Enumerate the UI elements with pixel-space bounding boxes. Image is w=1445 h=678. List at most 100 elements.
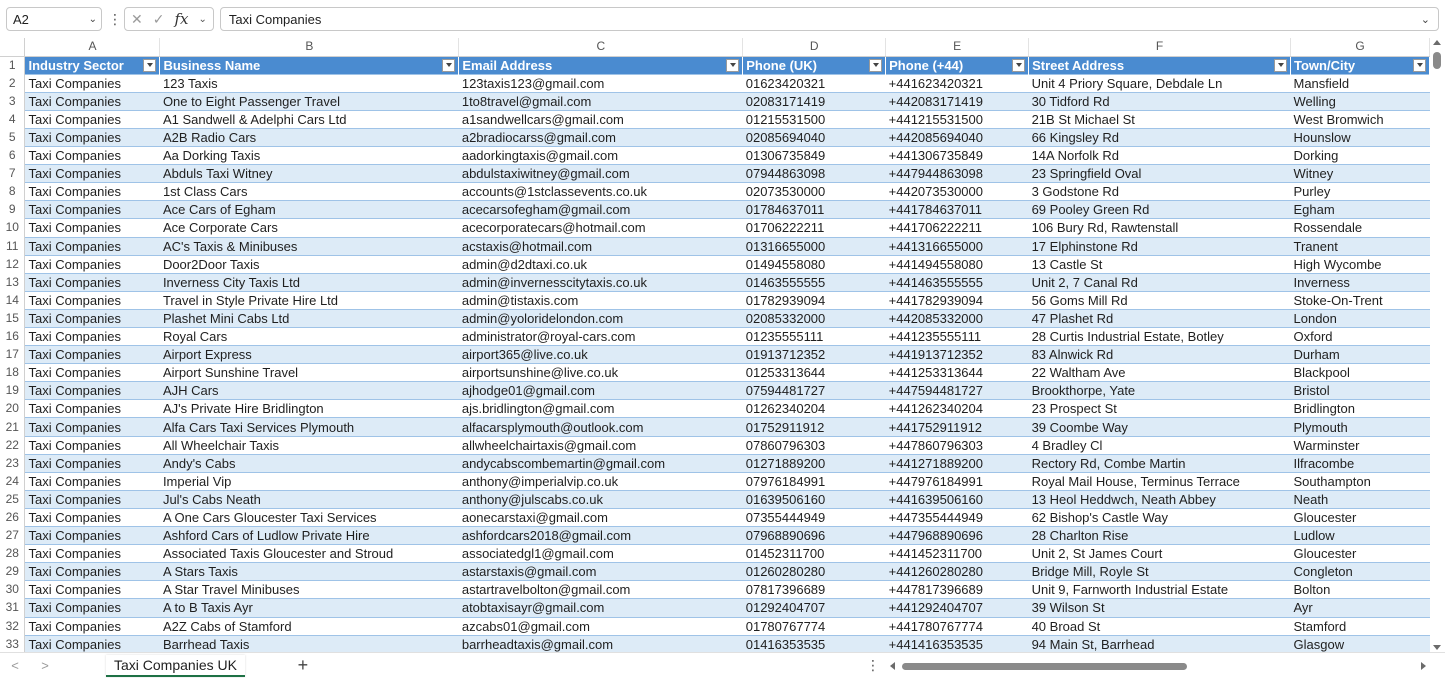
- table-cell[interactable]: Taxi Companies: [24, 236, 160, 256]
- table-cell[interactable]: Taxi Companies: [24, 526, 160, 545]
- header-cell[interactable]: Street Address: [1028, 56, 1291, 75]
- table-cell[interactable]: 3 Godstone Rd: [1028, 182, 1291, 201]
- table-cell[interactable]: 01623420321: [742, 73, 886, 93]
- table-cell[interactable]: 23 Prospect St: [1028, 399, 1291, 418]
- table-cell[interactable]: Abduls Taxi Witney: [159, 164, 459, 183]
- table-cell[interactable]: astartravelbolton@gmail.com: [458, 580, 743, 599]
- table-cell[interactable]: +441416353535: [885, 634, 1029, 652]
- table-cell[interactable]: Taxi Companies: [24, 127, 160, 147]
- table-cell[interactable]: Jul's Cabs Neath: [159, 489, 459, 509]
- spreadsheet-grid[interactable]: ABCDEFG 1 Industry Sector Business Name Ema…: [0, 38, 1430, 652]
- table-cell[interactable]: Dorking: [1290, 146, 1430, 165]
- table-cell[interactable]: Barrhead Taxis: [159, 634, 459, 652]
- table-cell[interactable]: Taxi Companies: [24, 164, 160, 183]
- table-cell[interactable]: Stoke-On-Trent: [1290, 290, 1430, 310]
- table-cell[interactable]: 01416353535: [742, 634, 886, 652]
- row-header[interactable]: 9: [0, 200, 26, 219]
- expand-formula-icon[interactable]: ⌄: [1421, 13, 1430, 26]
- table-cell[interactable]: associatedgl1@gmail.com: [458, 544, 743, 563]
- table-cell[interactable]: +447594481727: [885, 381, 1029, 400]
- row-header[interactable]: 7: [0, 164, 26, 183]
- table-cell[interactable]: +441260280280: [885, 562, 1029, 581]
- table-cell[interactable]: Witney: [1290, 164, 1430, 183]
- row-header[interactable]: 10: [0, 218, 26, 238]
- table-cell[interactable]: acecarsofegham@gmail.com: [458, 200, 743, 219]
- row-header[interactable]: 23: [0, 454, 26, 473]
- table-cell[interactable]: +441463555555: [885, 272, 1029, 292]
- table-cell[interactable]: admin@yoloridelondon.com: [458, 308, 743, 328]
- table-cell[interactable]: 106 Bury Rd, Rawtenstall: [1028, 218, 1291, 238]
- table-cell[interactable]: Taxi Companies: [24, 182, 160, 201]
- filter-dropdown-icon[interactable]: [143, 58, 157, 72]
- table-cell[interactable]: Bridlington: [1290, 399, 1430, 418]
- table-cell[interactable]: allwheelchairtaxis@gmail.com: [458, 435, 743, 455]
- table-cell[interactable]: 39 Wilson St: [1028, 598, 1291, 617]
- table-cell[interactable]: +441235555111: [885, 326, 1029, 346]
- table-cell[interactable]: 21B St Michael St: [1028, 109, 1291, 129]
- table-cell[interactable]: admin@invernesscitytaxis.co.uk: [458, 272, 743, 292]
- table-cell[interactable]: 22 Waltham Ave: [1028, 363, 1291, 382]
- table-cell[interactable]: 56 Goms Mill Rd: [1028, 290, 1291, 310]
- table-cell[interactable]: Taxi Companies: [24, 399, 160, 418]
- table-cell[interactable]: Ludlow: [1290, 526, 1430, 545]
- table-cell[interactable]: Warminster: [1290, 435, 1430, 455]
- next-sheet-icon[interactable]: >: [30, 658, 60, 673]
- table-cell[interactable]: Taxi Companies: [24, 272, 160, 292]
- table-cell[interactable]: Taxi Companies: [24, 363, 160, 382]
- filter-dropdown-icon[interactable]: [442, 58, 456, 72]
- table-cell[interactable]: +441271889200: [885, 453, 1029, 473]
- row-header[interactable]: 3: [0, 92, 26, 111]
- table-cell[interactable]: 01235555111: [742, 326, 886, 346]
- row-header[interactable]: 14: [0, 291, 26, 310]
- select-all-corner[interactable]: [0, 38, 26, 57]
- table-cell[interactable]: Taxi Companies: [24, 73, 160, 93]
- table-cell[interactable]: 07355444949: [742, 507, 886, 527]
- table-cell[interactable]: High Wycombe: [1290, 254, 1430, 274]
- table-cell[interactable]: Taxi Companies: [24, 489, 160, 509]
- table-cell[interactable]: Rectory Rd, Combe Martin: [1028, 453, 1291, 473]
- table-cell[interactable]: A to B Taxis Ayr: [159, 598, 459, 617]
- table-cell[interactable]: AC's Taxis & Minibuses: [159, 236, 459, 256]
- table-cell[interactable]: 01316655000: [742, 236, 886, 256]
- table-cell[interactable]: Ilfracombe: [1290, 453, 1430, 473]
- table-cell[interactable]: Taxi Companies: [24, 616, 160, 636]
- table-cell[interactable]: London: [1290, 308, 1430, 328]
- table-cell[interactable]: 28 Charlton Rise: [1028, 526, 1291, 545]
- table-cell[interactable]: Taxi Companies: [24, 254, 160, 274]
- table-cell[interactable]: Taxi Companies: [24, 453, 160, 473]
- table-cell[interactable]: 01260280280: [742, 562, 886, 581]
- table-cell[interactable]: Taxi Companies: [24, 562, 160, 581]
- table-cell[interactable]: +441452311700: [885, 544, 1029, 563]
- table-cell[interactable]: accounts@1stclassevents.co.uk: [458, 182, 743, 201]
- table-cell[interactable]: Royal Mail House, Terminus Terrace: [1028, 471, 1291, 491]
- table-cell[interactable]: +447976184991: [885, 471, 1029, 491]
- table-cell[interactable]: AJH Cars: [159, 381, 459, 400]
- table-cell[interactable]: 01292404707: [742, 598, 886, 617]
- table-cell[interactable]: 01782939094: [742, 290, 886, 310]
- row-header[interactable]: 17: [0, 345, 26, 364]
- table-cell[interactable]: Travel in Style Private Hire Ltd: [159, 290, 459, 310]
- table-cell[interactable]: Taxi Companies: [24, 598, 160, 617]
- insert-function-icon[interactable]: fx: [174, 10, 188, 28]
- table-cell[interactable]: ajs.bridlington@gmail.com: [458, 399, 743, 418]
- table-cell[interactable]: 01262340204: [742, 399, 886, 418]
- table-cell[interactable]: Taxi Companies: [24, 345, 160, 364]
- table-cell[interactable]: Taxi Companies: [24, 381, 160, 400]
- prev-sheet-icon[interactable]: <: [0, 658, 30, 673]
- table-cell[interactable]: Taxi Companies: [24, 435, 160, 455]
- table-cell[interactable]: administrator@royal-cars.com: [458, 326, 743, 346]
- table-cell[interactable]: Ace Cars of Egham: [159, 200, 459, 219]
- row-header[interactable]: 30: [0, 580, 26, 599]
- header-cell[interactable]: Business Name: [159, 56, 460, 75]
- table-cell[interactable]: Imperial Vip: [159, 471, 459, 491]
- table-cell[interactable]: Door2Door Taxis: [159, 254, 459, 274]
- table-cell[interactable]: 01784637011: [742, 200, 886, 219]
- row-header[interactable]: 16: [0, 327, 26, 346]
- horizontal-scrollbar[interactable]: [888, 660, 1428, 672]
- table-cell[interactable]: Tranent: [1290, 236, 1430, 256]
- table-cell[interactable]: Bolton: [1290, 580, 1430, 599]
- row-header[interactable]: 18: [0, 363, 26, 382]
- filter-dropdown-icon[interactable]: [869, 58, 883, 72]
- row-header[interactable]: 12: [0, 255, 26, 274]
- table-cell[interactable]: Taxi Companies: [24, 308, 160, 328]
